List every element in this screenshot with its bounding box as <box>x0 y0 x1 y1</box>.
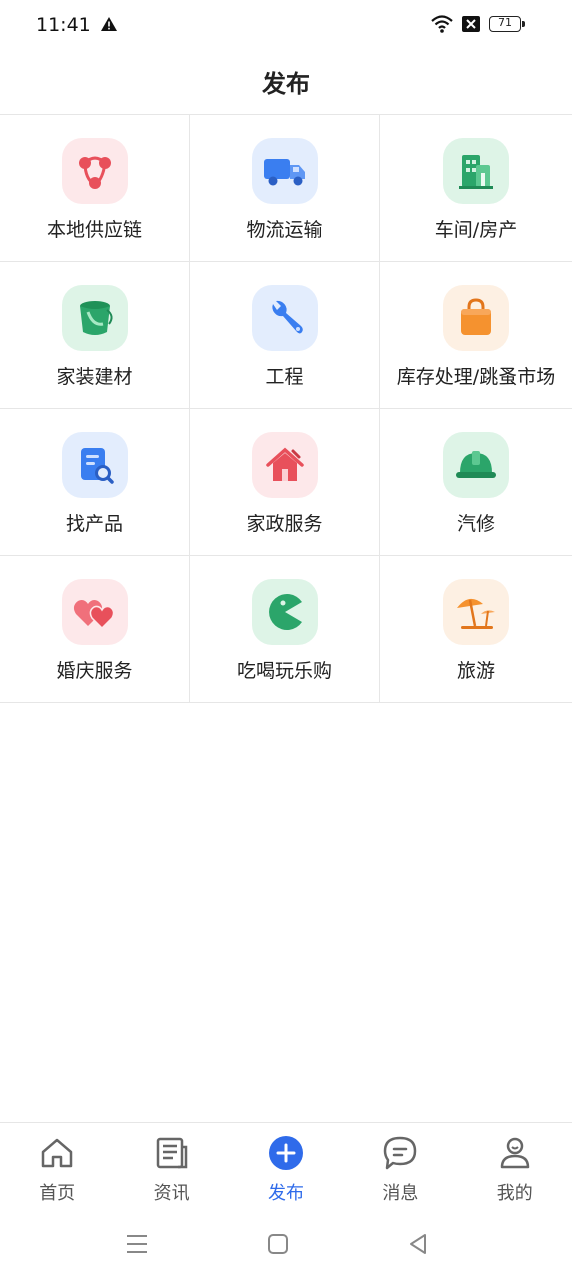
category-home-decoration[interactable]: 家装建材 <box>0 262 190 408</box>
category-supply-chain[interactable]: 本地供应链 <box>0 115 190 261</box>
menu-icon[interactable] <box>125 1232 149 1256</box>
home-icon <box>41 1138 73 1168</box>
category-label: 车间/房产 <box>434 219 518 241</box>
category-label: 物流运输 <box>246 219 323 241</box>
status-time: 11:41 <box>36 14 91 36</box>
house-cleaning-icon <box>251 432 318 498</box>
supply-chain-icon <box>61 138 128 204</box>
nav-profile[interactable]: 我的 <box>458 1123 572 1215</box>
document-search-icon <box>61 432 128 498</box>
category-label: 找产品 <box>65 513 123 535</box>
warning-icon <box>100 16 118 36</box>
battery-level: 71 <box>498 16 512 29</box>
wifi-icon <box>430 14 454 38</box>
category-label: 旅游 <box>456 660 495 682</box>
chat-icon <box>384 1136 417 1170</box>
nav-label: 首页 <box>39 1183 76 1204</box>
nav-label: 我的 <box>496 1183 533 1204</box>
nav-messages[interactable]: 消息 <box>343 1123 457 1215</box>
building-icon <box>443 138 509 204</box>
category-auto-repair[interactable]: 汽修 <box>380 409 572 555</box>
category-logistics[interactable]: 物流运输 <box>190 115 380 261</box>
nav-home[interactable]: 首页 <box>0 1123 114 1215</box>
nav-news[interactable]: 资讯 <box>114 1123 228 1215</box>
hearts-icon <box>61 579 128 645</box>
no-sim-icon <box>461 15 481 37</box>
nav-label: 发布 <box>267 1183 304 1204</box>
category-workshop-property[interactable]: 车间/房产 <box>380 115 572 261</box>
wrench-icon <box>251 285 318 351</box>
nav-label: 资讯 <box>153 1183 190 1204</box>
category-label: 工程 <box>265 366 304 388</box>
shopping-bag-icon <box>443 285 509 351</box>
category-grid: 本地供应链 物流运输 车间/房产 家装建材 工程 库存处理/跳蚤市场 找产品 家… <box>0 114 572 703</box>
nav-publish[interactable]: 发布 <box>229 1123 343 1215</box>
plus-circle-icon <box>268 1136 303 1170</box>
nav-label: 消息 <box>382 1183 419 1204</box>
back-icon[interactable] <box>406 1232 430 1256</box>
category-label: 汽修 <box>456 513 495 535</box>
category-wedding[interactable]: 婚庆服务 <box>0 556 190 702</box>
category-entertainment[interactable]: 吃喝玩乐购 <box>190 556 380 702</box>
pacman-icon <box>251 579 318 645</box>
category-label: 吃喝玩乐购 <box>236 660 332 682</box>
user-icon <box>500 1137 529 1169</box>
category-label: 家装建材 <box>56 366 133 388</box>
home-button-icon[interactable] <box>266 1232 290 1256</box>
hard-hat-icon <box>443 432 509 498</box>
category-label: 婚庆服务 <box>56 660 133 682</box>
category-label: 家政服务 <box>246 513 323 535</box>
status-bar: 11:41 71 <box>0 0 572 50</box>
paint-bucket-icon <box>61 285 128 351</box>
news-icon <box>156 1137 187 1169</box>
category-housekeeping[interactable]: 家政服务 <box>190 409 380 555</box>
category-label: 本地供应链 <box>46 219 142 241</box>
category-inventory-flea-market[interactable]: 库存处理/跳蚤市场 <box>380 262 572 408</box>
system-nav-bar <box>0 1214 572 1280</box>
bottom-nav: 首页 资讯 发布 消息 我的 <box>0 1122 572 1215</box>
category-find-products[interactable]: 找产品 <box>0 409 190 555</box>
category-engineering[interactable]: 工程 <box>190 262 380 408</box>
page-title: 发布 <box>262 70 310 98</box>
category-label: 库存处理/跳蚤市场 <box>396 366 556 388</box>
battery-indicator: 71 <box>489 16 525 32</box>
truck-icon <box>251 138 318 204</box>
beach-umbrella-icon <box>443 579 509 645</box>
category-travel[interactable]: 旅游 <box>380 556 572 702</box>
